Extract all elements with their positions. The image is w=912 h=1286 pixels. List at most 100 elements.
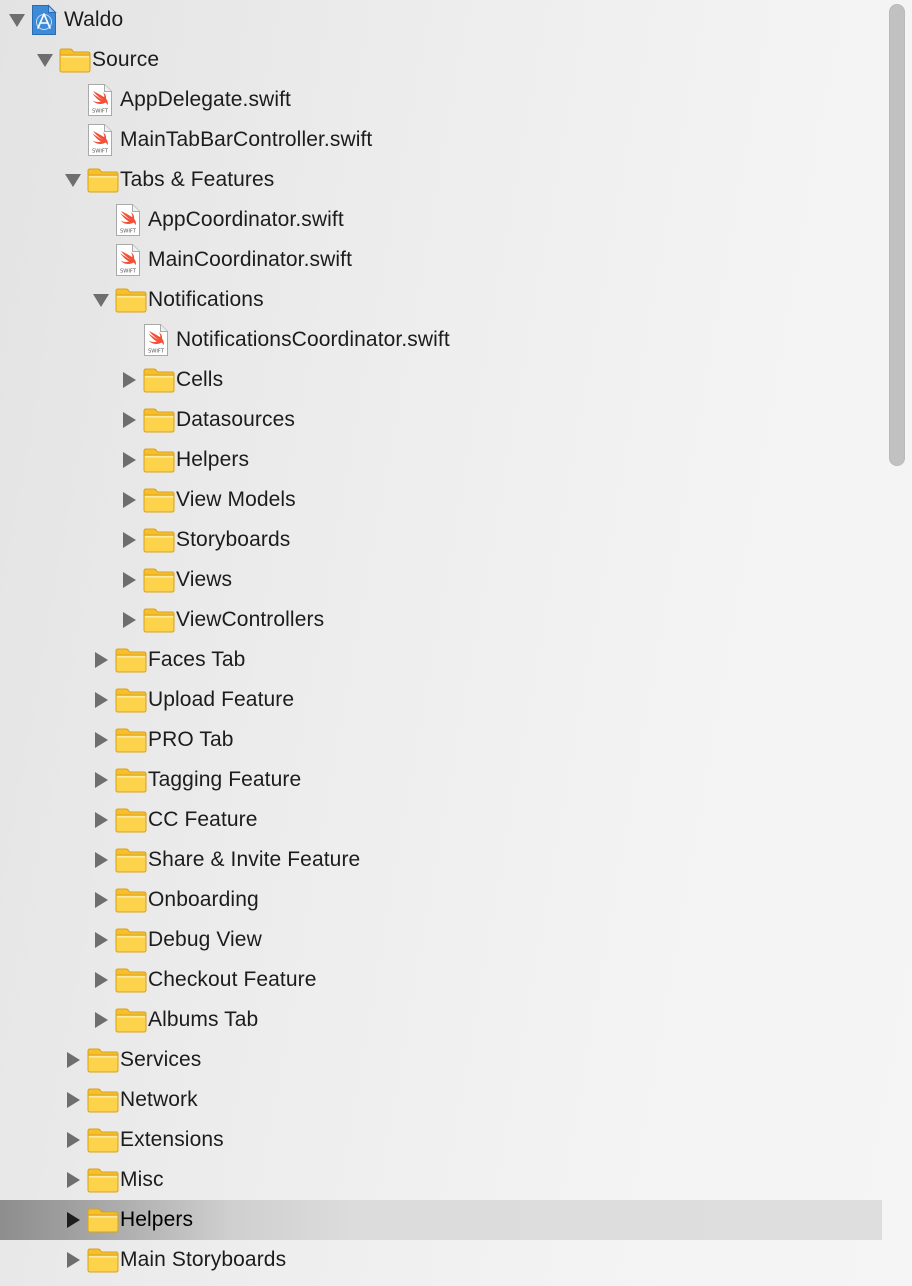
folder-icon	[115, 880, 149, 920]
row-label: Notifications	[148, 288, 264, 311]
row-label: Network	[120, 1088, 198, 1111]
row-label: Main Storyboards	[120, 1248, 287, 1271]
folder-icon	[143, 520, 177, 560]
file-row[interactable]: SWIFT NotificationsCoordinator.swift	[0, 320, 882, 360]
svg-text:SWIFT: SWIFT	[120, 229, 137, 235]
folder-icon	[115, 280, 149, 320]
row-label: Helpers	[120, 1208, 194, 1231]
folder-row[interactable]: View Models	[0, 480, 882, 520]
project-navigator: Waldo Source SWIFT AppDelegate.swift SWIFT Ma…	[0, 0, 884, 1286]
row-label: Share & Invite Feature	[148, 848, 361, 871]
disclosure-collapsed-icon[interactable]	[62, 1040, 84, 1080]
folder-row[interactable]: Onboarding	[0, 880, 882, 920]
xcode-project-icon	[31, 0, 65, 40]
folder-row[interactable]: Helpers	[0, 1200, 882, 1240]
row-label: Extensions	[120, 1128, 224, 1151]
swift-file-icon: SWIFT	[143, 320, 177, 360]
folder-row[interactable]: Upload Feature	[0, 680, 882, 720]
disclosure-collapsed-icon[interactable]	[90, 1000, 112, 1040]
folder-icon	[115, 920, 149, 960]
folder-icon	[115, 840, 149, 880]
disclosure-collapsed-icon[interactable]	[90, 960, 112, 1000]
disclosure-collapsed-icon[interactable]	[90, 760, 112, 800]
folder-row[interactable]: Source	[0, 40, 882, 80]
folder-icon	[59, 40, 93, 80]
folder-row[interactable]: Views	[0, 560, 882, 600]
row-label: Waldo	[64, 8, 124, 31]
folder-row[interactable]: Albums Tab	[0, 1000, 882, 1040]
folder-row[interactable]: Tagging Feature	[0, 760, 882, 800]
disclosure-collapsed-icon[interactable]	[62, 1120, 84, 1160]
svg-text:SWIFT: SWIFT	[120, 269, 137, 275]
disclosure-collapsed-icon[interactable]	[118, 600, 140, 640]
folder-row[interactable]: CC Feature	[0, 800, 882, 840]
row-label: Onboarding	[148, 888, 259, 911]
folder-row[interactable]: Extensions	[0, 1120, 882, 1160]
folder-icon	[143, 400, 177, 440]
disclosure-collapsed-icon[interactable]	[90, 880, 112, 920]
folder-row[interactable]: Network	[0, 1080, 882, 1120]
folder-row[interactable]: Checkout Feature	[0, 960, 882, 1000]
folder-row[interactable]: ViewControllers	[0, 600, 882, 640]
row-label: Faces Tab	[148, 648, 246, 671]
scroll-thumb[interactable]	[889, 4, 905, 466]
folder-icon	[87, 1200, 121, 1240]
folder-row[interactable]: Storyboards	[0, 520, 882, 560]
row-label: View Models	[176, 488, 296, 511]
row-label: Datasources	[176, 408, 295, 431]
folder-row[interactable]: Notifications	[0, 280, 882, 320]
folder-icon	[143, 480, 177, 520]
disclosure-collapsed-icon[interactable]	[62, 1160, 84, 1200]
disclosure-collapsed-icon[interactable]	[118, 400, 140, 440]
file-row[interactable]: SWIFT MainTabBarController.swift	[0, 120, 882, 160]
disclosure-expanded-icon[interactable]	[6, 0, 28, 40]
disclosure-collapsed-icon[interactable]	[90, 720, 112, 760]
folder-row[interactable]: Helpers	[0, 440, 882, 480]
folder-row[interactable]: PRO Tab	[0, 720, 882, 760]
row-label: Tabs & Features	[120, 168, 275, 191]
row-label: Source	[92, 48, 160, 71]
folder-row[interactable]: Faces Tab	[0, 640, 882, 680]
folder-icon	[115, 720, 149, 760]
row-label: Misc	[120, 1168, 164, 1191]
folder-row[interactable]: Misc	[0, 1160, 882, 1200]
swift-file-icon: SWIFT	[115, 240, 149, 280]
vertical-scrollbar[interactable]	[886, 0, 912, 1286]
row-label: AppCoordinator.swift	[148, 208, 344, 231]
disclosure-expanded-icon[interactable]	[62, 160, 84, 200]
disclosure-expanded-icon[interactable]	[90, 280, 112, 320]
disclosure-collapsed-icon[interactable]	[90, 800, 112, 840]
disclosure-collapsed-icon[interactable]	[118, 480, 140, 520]
swift-file-icon: SWIFT	[87, 120, 121, 160]
folder-row[interactable]: Main Storyboards	[0, 1240, 882, 1280]
disclosure-collapsed-icon[interactable]	[62, 1240, 84, 1280]
folder-row[interactable]: Cells	[0, 360, 882, 400]
row-label: Storyboards	[176, 528, 291, 551]
disclosure-collapsed-icon[interactable]	[118, 560, 140, 600]
folder-row[interactable]: Debug View	[0, 920, 882, 960]
row-label: Albums Tab	[148, 1008, 259, 1031]
disclosure-collapsed-icon[interactable]	[118, 360, 140, 400]
row-label: AppDelegate.swift	[120, 88, 291, 111]
disclosure-collapsed-icon[interactable]	[90, 640, 112, 680]
folder-row[interactable]: Datasources	[0, 400, 882, 440]
disclosure-collapsed-icon[interactable]	[62, 1080, 84, 1120]
file-row[interactable]: SWIFT MainCoordinator.swift	[0, 240, 882, 280]
project-row[interactable]: Waldo	[0, 0, 882, 40]
file-row[interactable]: SWIFT AppCoordinator.swift	[0, 200, 882, 240]
folder-icon	[143, 440, 177, 480]
disclosure-collapsed-icon[interactable]	[118, 440, 140, 480]
row-label: Checkout Feature	[148, 968, 317, 991]
disclosure-collapsed-icon[interactable]	[90, 840, 112, 880]
folder-row[interactable]: Share & Invite Feature	[0, 840, 882, 880]
folder-row[interactable]: Services	[0, 1040, 882, 1080]
disclosure-collapsed-icon[interactable]	[90, 920, 112, 960]
disclosure-expanded-icon[interactable]	[34, 40, 56, 80]
file-row[interactable]: SWIFT AppDelegate.swift	[0, 80, 882, 120]
disclosure-collapsed-icon[interactable]	[90, 680, 112, 720]
folder-row[interactable]: Tabs & Features	[0, 160, 882, 200]
disclosure-collapsed-icon[interactable]	[62, 1200, 84, 1240]
disclosure-collapsed-icon[interactable]	[118, 520, 140, 560]
row-label: Views	[176, 568, 233, 591]
row-label: MainTabBarController.swift	[120, 128, 373, 151]
